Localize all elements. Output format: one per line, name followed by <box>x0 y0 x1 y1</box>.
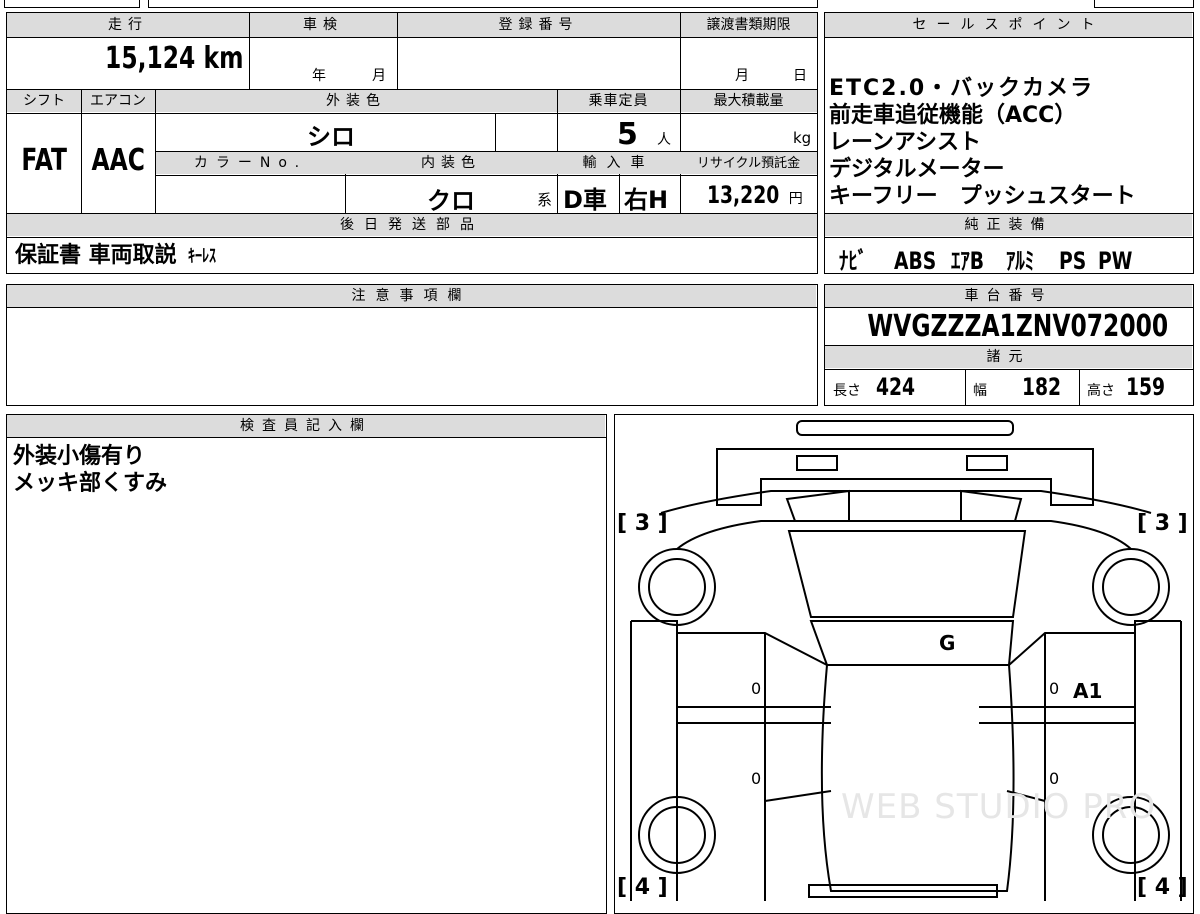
recycle-value: 13,220 円 <box>707 181 803 209</box>
tire-front-right-label: [ 3 ] <box>1137 511 1188 536</box>
panel-zero-right-front: 0 <box>1049 679 1060 698</box>
genuine-equipment-header: 純正装備 <box>825 214 1192 236</box>
shift-value: FAT <box>21 143 67 178</box>
sales-point-line: キーフリー プッシュスタート <box>829 184 1136 209</box>
watermark: WEB STUDIO PRO <box>841 787 1157 827</box>
equipment-item: ABS <box>894 247 937 275</box>
sales-points-header: セールスポイント <box>825 13 1192 37</box>
later-parts-value: 保証書 車両取説 ｷｰﾚｽ <box>15 243 216 268</box>
inspection-header: 車検 <box>249 13 397 37</box>
inspector-panel: 検査員記入欄 外装小傷有り メッキ部くすみ <box>6 414 607 914</box>
interior-color-value: クロ <box>427 187 475 215</box>
interior-color-suffix: 系 <box>537 191 553 209</box>
exterior-color-value: シロ <box>307 123 355 151</box>
equipment-item: PW <box>1098 247 1133 275</box>
mileage-value: 15,124 km <box>104 41 243 76</box>
aircon-value: AAC <box>91 143 145 178</box>
width-spec: 幅 182 <box>973 373 1062 401</box>
shift-header: シフト <box>7 90 81 112</box>
panel-zero-right-rear: 0 <box>1049 769 1060 788</box>
transfer-day-unit: 日 <box>793 68 807 84</box>
inspection-month-unit: 月 <box>372 68 386 84</box>
tire-rear-left-label: [ 4 ] <box>617 875 668 900</box>
sales-point-line: ETC2.0・バックカメラ <box>829 76 1095 101</box>
import-value: D車 <box>563 186 607 214</box>
steering-value: 右H <box>624 186 669 214</box>
sales-points-panel: セールスポイント ETC2.0・バックカメラ 前走車追従機能（ACC） レーンア… <box>824 12 1194 276</box>
length-spec: 長さ 424 <box>833 373 916 401</box>
top-strip-right <box>1094 0 1194 8</box>
damage-mark-windshield: G <box>939 631 956 655</box>
car-damage-diagram: [ 3 ] [ 3 ] [ 4 ] [ 4 ] G A1 0 0 0 0 WEB… <box>614 414 1194 914</box>
vehicle-info-table: 走行 車検 登録番号 譲渡書類期限 15,124 km 年 月 月 日 シフト … <box>6 12 818 274</box>
tire-rear-right-label: [ 4 ] <box>1137 875 1188 900</box>
equipment-item: PS <box>1059 247 1087 275</box>
chassis-number: WVGZZZA1ZNV072000 <box>867 309 1169 344</box>
max-load-header: 最大積載量 <box>680 90 817 112</box>
inspector-notes: 外装小傷有り メッキ部くすみ <box>13 443 167 497</box>
sales-point-line: 前走車追従機能（ACC） <box>829 103 1077 128</box>
top-strip-center <box>148 0 818 8</box>
notes-header: 注意事項欄 <box>7 285 816 307</box>
inspector-note-line: メッキ部くすみ <box>13 471 168 496</box>
import-header: 輸入車 <box>557 152 680 174</box>
aircon-header: エアコン <box>81 90 155 112</box>
registration-header: 登録番号 <box>397 13 680 37</box>
panel-zero-left-front: 0 <box>751 679 762 698</box>
specs-header: 諸元 <box>825 346 1192 368</box>
damage-mark-right-door: A1 <box>1073 679 1103 703</box>
top-strip-left <box>4 0 140 8</box>
equipment-item: ﾅﾋﾞ <box>839 247 868 275</box>
capacity-header: 乗車定員 <box>557 90 680 112</box>
sales-points-list: ETC2.0・バックカメラ 前走車追従機能（ACC） レーンアシスト デジタルメ… <box>829 75 1136 210</box>
max-load-unit: kg <box>793 129 812 147</box>
inspection-year-unit: 年 <box>312 68 326 84</box>
mileage-header: 走行 <box>7 13 249 37</box>
later-parts-header: 後日発送部品 <box>7 214 817 236</box>
car-outline-svg <box>630 420 1182 901</box>
genuine-equipment-list: ﾅﾋﾞ ABS ｴｱB ｱﾙﾐ PS PW <box>839 241 1138 276</box>
inspector-header: 検査員記入欄 <box>7 415 605 437</box>
transfer-month-unit: 月 <box>735 68 749 84</box>
notes-panel: 注意事項欄 <box>6 284 818 406</box>
equipment-item: ｴｱB <box>951 247 985 275</box>
color-no-header: カラーNo. <box>156 152 345 174</box>
interior-color-header: 内装色 <box>345 152 557 174</box>
capacity-value: 5 人 <box>617 117 671 152</box>
tire-front-left-label: [ 3 ] <box>617 511 668 536</box>
exterior-color-header: 外装色 <box>155 90 557 112</box>
transfer-deadline-header: 譲渡書類期限 <box>680 13 817 37</box>
chassis-header: 車台番号 <box>825 285 1192 307</box>
sales-point-line: レーンアシスト <box>829 130 982 155</box>
equipment-item: ｱﾙﾐ <box>1006 247 1035 275</box>
height-spec: 高さ 159 <box>1087 373 1166 401</box>
sales-point-line: デジタルメーター <box>829 157 1005 182</box>
panel-zero-left-rear: 0 <box>751 769 762 788</box>
recycle-header: リサイクル預託金 <box>680 152 817 174</box>
inspector-note-line: 外装小傷有り <box>13 444 146 469</box>
chassis-panel: 車台番号 WVGZZZA1ZNV072000 諸元 長さ 424 幅 182 高… <box>824 284 1194 406</box>
